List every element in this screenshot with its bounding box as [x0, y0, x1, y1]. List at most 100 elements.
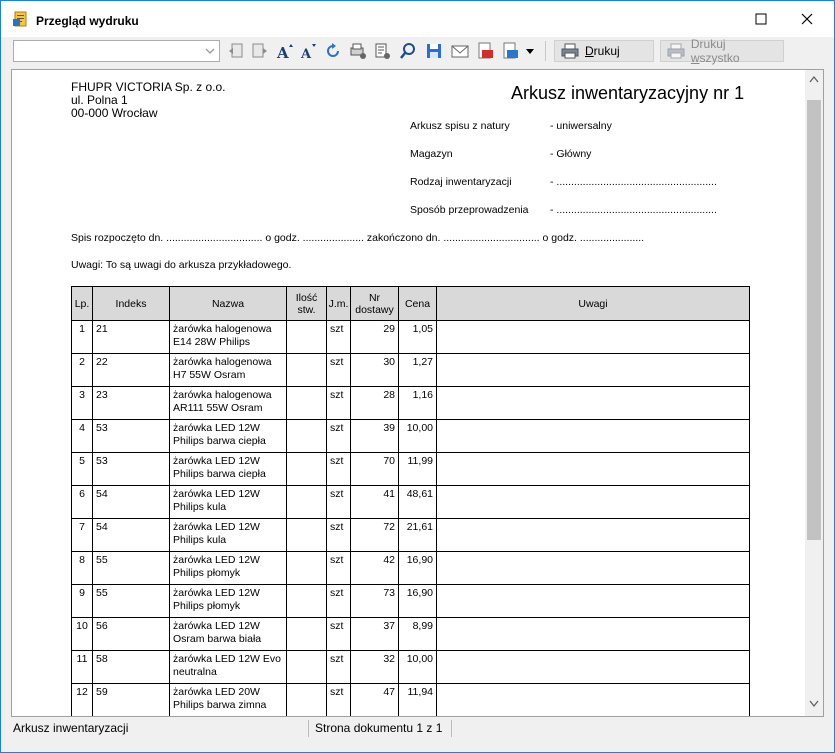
meta-label-warehouse: Magazyn [410, 148, 453, 160]
export-xls-icon[interactable] [501, 42, 519, 60]
print-button[interactable]: Drukuj [554, 40, 654, 62]
print-settings-icon[interactable] [373, 42, 391, 60]
search-icon[interactable] [399, 42, 417, 60]
item-name-line2: Philips kula [173, 534, 227, 546]
cell-notes [436, 452, 750, 486]
cell-name: żarówka LED 12W Philips kula [169, 518, 287, 552]
scroll-up-icon [809, 75, 819, 83]
close-button[interactable] [784, 1, 830, 37]
print-all-button[interactable]: Drukuj wszystko [660, 37, 784, 65]
company-address: FHUPR VICTORIA Sp. z o.o. ul. Polna 1 00… [71, 81, 226, 120]
table-row: 6 54 żarówka LED 12W Philips kula szt 41 48,61 [71, 485, 750, 519]
page-settings-icon[interactable] [349, 42, 367, 60]
cell-index: 21 [92, 320, 170, 354]
status-document-type: Arkusz inwentaryzacji [13, 721, 129, 735]
cell-name: żarówka halogenowa E14 28W Philips [169, 320, 287, 354]
app-icon [13, 11, 29, 27]
item-name-line1: żarówka LED 12W [173, 620, 260, 632]
cell-name: żarówka LED 12W Philips barwa ciepła [169, 452, 287, 486]
page-select-combo[interactable] [13, 40, 220, 62]
cell-price: 11,99 [398, 452, 437, 486]
item-name-line1: żarówka LED 12W [173, 587, 260, 599]
meta-label-kind: Rodzaj inwentaryzacji [410, 176, 512, 188]
cell-delivery: 29 [350, 320, 399, 354]
cell-notes [436, 650, 750, 684]
cell-delivery: 37 [350, 617, 399, 651]
cell-unit: szt [326, 584, 351, 618]
item-name-line1: żarówka LED 12W [173, 455, 260, 467]
cell-price: 8,99 [398, 617, 437, 651]
table-body: 1 21 żarówka halogenowa E14 28W Philips szt 2… [71, 320, 750, 716]
col-header-price: Cena [398, 286, 437, 321]
cell-lp: 7 [71, 518, 93, 552]
cell-unit: szt [326, 683, 351, 716]
cell-unit: szt [326, 320, 351, 354]
cell-price: 11,94 [398, 683, 437, 716]
scrollbar-thumb[interactable] [807, 100, 821, 540]
cell-notes [436, 683, 750, 716]
table-row: 4 53 żarówka LED 12W Philips barwa ciepła sz… [71, 419, 750, 453]
cell-price: 16,90 [398, 551, 437, 585]
table-row: 3 23 żarówka halogenowa AR111 55W Osram szt 2… [71, 386, 750, 420]
col-header-index: Indeks [92, 286, 170, 321]
svg-text:A: A [300, 47, 312, 60]
cell-lp: 9 [71, 584, 93, 618]
cell-qty [286, 386, 327, 420]
item-name-line1: żarówka LED 12W [173, 488, 260, 500]
scroll-down-icon [809, 700, 819, 708]
maximize-icon [755, 13, 767, 25]
cell-delivery: 41 [350, 485, 399, 519]
cell-lp: 5 [71, 452, 93, 486]
inventory-start-line: Spis rozpoczęto dn. ....................… [71, 232, 645, 244]
meta-value-method: - ......................................… [550, 204, 717, 216]
cell-notes [436, 617, 750, 651]
document-title: Arkusz inwentaryzacyjny nr 1 [511, 83, 745, 103]
cell-notes [436, 386, 750, 420]
refresh-icon[interactable] [324, 42, 342, 60]
cell-price: 16,90 [398, 584, 437, 618]
vertical-scrollbar[interactable] [805, 70, 823, 716]
item-name-line2: neutralna [173, 666, 217, 678]
status-separator [451, 720, 452, 737]
col-header-name: Nazwa [169, 286, 287, 321]
cell-delivery: 39 [350, 419, 399, 453]
cell-qty [286, 551, 327, 585]
cell-price: 1,16 [398, 386, 437, 420]
item-name-line1: żarówka LED 12W [173, 554, 260, 566]
preview-viewport: FHUPR VICTORIA Sp. z o.o. ul. Polna 1 00… [11, 69, 824, 717]
cell-qty [286, 320, 327, 354]
cell-unit: szt [326, 551, 351, 585]
item-name-line2: Philips barwa zimna [173, 699, 267, 711]
cell-lp: 1 [71, 320, 93, 354]
cell-index: 58 [92, 650, 170, 684]
item-name-line1: żarówka LED 12W [173, 521, 260, 533]
cell-delivery: 30 [350, 353, 399, 387]
maximize-button[interactable] [738, 1, 784, 37]
item-name-line2: Osram barwa biała [173, 633, 262, 645]
font-decrease-icon[interactable]: A [300, 42, 318, 60]
table-row: 1 21 żarówka halogenowa E14 28W Philips szt 2… [71, 320, 750, 354]
chevron-down-icon [205, 48, 215, 54]
table-row: 10 56 żarówka LED 12W Osram barwa biała szt 3… [71, 617, 750, 651]
email-icon[interactable] [451, 42, 469, 60]
cell-delivery: 28 [350, 386, 399, 420]
cell-notes [436, 485, 750, 519]
table-row: 11 58 żarówka LED 12W Evo neutralna szt 32 10,… [71, 650, 750, 684]
export-pdf-icon[interactable] [476, 42, 494, 60]
company-city: 00-000 Wrocław [71, 106, 158, 120]
cell-delivery: 42 [350, 551, 399, 585]
cell-name: żarówka LED 12W Evo neutralna [169, 650, 287, 684]
cell-index: 56 [92, 617, 170, 651]
item-name-line2: Philips kula [173, 501, 227, 513]
cell-index: 59 [92, 683, 170, 716]
prev-page-icon[interactable] [251, 42, 269, 60]
font-increase-icon[interactable]: A [276, 42, 294, 60]
cell-qty [286, 683, 327, 716]
item-name-line1: żarówka halogenowa [173, 323, 272, 335]
first-page-icon[interactable] [227, 42, 245, 60]
remarks-text: Uwagi: To są uwagi do arkusza przykładow… [71, 259, 292, 271]
export-dropdown-chevron-icon[interactable] [521, 42, 539, 60]
cell-price: 48,61 [398, 485, 437, 519]
save-icon[interactable] [425, 42, 443, 60]
cell-price: 1,05 [398, 320, 437, 354]
